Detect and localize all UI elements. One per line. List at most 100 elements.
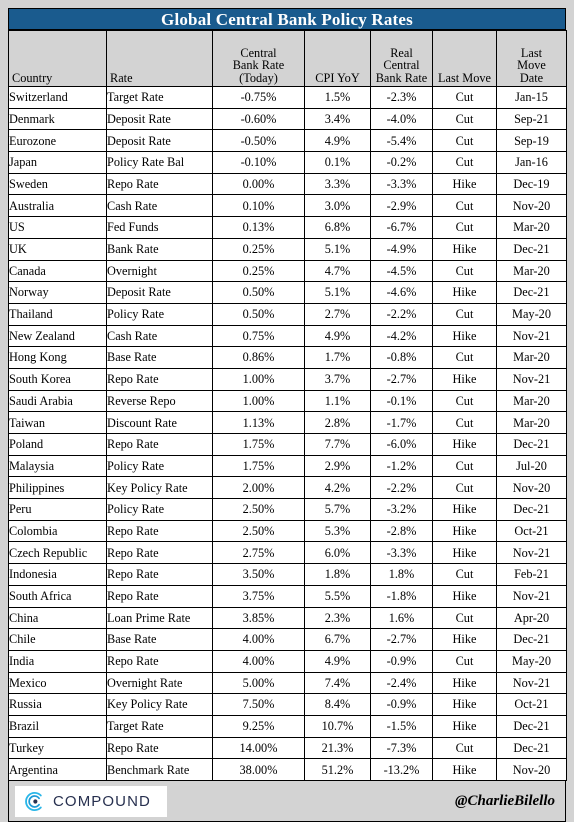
cell-central-bank-rate[interactable]: -0.60% xyxy=(212,107,305,131)
cell-cpi-yoy[interactable]: 21.3% xyxy=(304,736,371,760)
cell-real-central-bank-rate[interactable]: -7.3% xyxy=(370,736,433,760)
cell-rate[interactable]: Repo Rate xyxy=(106,649,213,673)
cell-last-move[interactable]: Hike xyxy=(432,237,497,261)
cell-country[interactable]: India xyxy=(8,649,107,673)
cell-cpi-yoy[interactable]: 5.5% xyxy=(304,584,371,608)
cell-country[interactable]: Sweden xyxy=(8,172,107,196)
cell-real-central-bank-rate[interactable]: -4.6% xyxy=(370,281,433,304)
cell-central-bank-rate[interactable]: 0.25% xyxy=(212,259,305,283)
table-row[interactable]: Peru Policy Rate 2.50% 5.7% -3.2% Hike Dec-21 xyxy=(8,498,567,521)
cell-country[interactable]: South Africa xyxy=(8,584,107,608)
cell-country[interactable]: Taiwan xyxy=(8,411,107,434)
table-row[interactable]: Czech Republic Repo Rate 2.75% 6.0% -3.3% Hik… xyxy=(8,541,567,565)
cell-rate[interactable]: Repo Rate xyxy=(106,736,213,760)
cell-last-move[interactable]: Hike xyxy=(432,584,497,608)
cell-real-central-bank-rate[interactable]: -2.8% xyxy=(370,519,433,543)
cell-country[interactable]: Peru xyxy=(8,498,107,521)
cell-central-bank-rate[interactable]: 0.10% xyxy=(212,194,305,218)
cell-country[interactable]: Malaysia xyxy=(8,454,107,478)
cell-last-move[interactable]: Cut xyxy=(432,346,497,369)
cell-central-bank-rate[interactable]: 14.00% xyxy=(212,736,305,760)
cell-rate[interactable]: Benchmark Rate xyxy=(106,758,213,781)
table-row[interactable]: Hong Kong Base Rate 0.86% 1.7% -0.8% Cut Mar-2… xyxy=(8,346,567,369)
cell-last-move[interactable]: Cut xyxy=(432,606,497,630)
table-row[interactable]: South Korea Repo Rate 1.00% 3.7% -2.7% Hike No… xyxy=(8,367,567,391)
cell-country[interactable]: New Zealand xyxy=(8,324,107,348)
cell-central-bank-rate[interactable]: 3.85% xyxy=(212,606,305,630)
cell-last-move-date[interactable]: Jan-15 xyxy=(496,86,567,109)
cell-central-bank-rate[interactable]: 1.00% xyxy=(212,389,305,413)
cell-real-central-bank-rate[interactable]: -2.7% xyxy=(370,628,433,651)
cell-central-bank-rate[interactable]: 0.86% xyxy=(212,346,305,369)
cell-cpi-yoy[interactable]: 1.7% xyxy=(304,346,371,369)
cell-last-move-date[interactable]: Dec-21 xyxy=(496,281,567,304)
cell-last-move[interactable]: Cut xyxy=(432,411,497,434)
cell-cpi-yoy[interactable]: 3.0% xyxy=(304,194,371,218)
cell-real-central-bank-rate[interactable]: -4.2% xyxy=(370,324,433,348)
cell-country[interactable]: Brazil xyxy=(8,714,107,738)
table-row[interactable]: Mexico Overnight Rate 5.00% 7.4% -2.4% Hike No… xyxy=(8,671,567,695)
cell-real-central-bank-rate[interactable]: -5.4% xyxy=(370,129,433,153)
cell-central-bank-rate[interactable]: 5.00% xyxy=(212,671,305,695)
cell-last-move[interactable]: Cut xyxy=(432,563,497,586)
cell-real-central-bank-rate[interactable]: -0.1% xyxy=(370,389,433,413)
cell-last-move-date[interactable]: May-20 xyxy=(496,302,567,326)
cell-real-central-bank-rate[interactable]: -1.2% xyxy=(370,454,433,478)
cell-last-move[interactable]: Hike xyxy=(432,758,497,781)
cell-central-bank-rate[interactable]: 2.75% xyxy=(212,541,305,565)
cell-country[interactable]: Czech Republic xyxy=(8,541,107,565)
cell-last-move[interactable]: Cut xyxy=(432,259,497,283)
cell-cpi-yoy[interactable]: 6.7% xyxy=(304,628,371,651)
table-row[interactable]: China Loan Prime Rate 3.85% 2.3% 1.6% Cut Apr-… xyxy=(8,606,567,630)
cell-last-move-date[interactable]: Dec-21 xyxy=(496,736,567,760)
cell-rate[interactable]: Repo Rate xyxy=(106,172,213,196)
cell-last-move-date[interactable]: Nov-20 xyxy=(496,476,567,500)
cell-rate[interactable]: Policy Rate Bal xyxy=(106,151,213,174)
cell-rate[interactable]: Base Rate xyxy=(106,346,213,369)
cell-cpi-yoy[interactable]: 1.5% xyxy=(304,86,371,109)
cell-last-move[interactable]: Cut xyxy=(432,454,497,478)
cell-real-central-bank-rate[interactable]: -2.7% xyxy=(370,367,433,391)
cell-last-move[interactable]: Cut xyxy=(432,736,497,760)
cell-cpi-yoy[interactable]: 4.9% xyxy=(304,129,371,153)
cell-cpi-yoy[interactable]: 2.8% xyxy=(304,411,371,434)
table-row[interactable]: Thailand Policy Rate 0.50% 2.7% -2.2% Cut May-… xyxy=(8,302,567,326)
table-row[interactable]: Canada Overnight 0.25% 4.7% -4.5% Cut Mar-20 xyxy=(8,259,567,283)
cell-last-move-date[interactable]: Sep-19 xyxy=(496,129,567,153)
cell-real-central-bank-rate[interactable]: -0.2% xyxy=(370,151,433,174)
cell-last-move[interactable]: Cut xyxy=(432,649,497,673)
cell-rate[interactable]: Repo Rate xyxy=(106,519,213,543)
cell-cpi-yoy[interactable]: 2.3% xyxy=(304,606,371,630)
cell-rate[interactable]: Target Rate xyxy=(106,86,213,109)
cell-last-move[interactable]: Cut xyxy=(432,194,497,218)
cell-last-move-date[interactable]: Dec-21 xyxy=(496,433,567,456)
cell-central-bank-rate[interactable]: 38.00% xyxy=(212,758,305,781)
cell-rate[interactable]: Target Rate xyxy=(106,714,213,738)
cell-cpi-yoy[interactable]: 2.7% xyxy=(304,302,371,326)
cell-cpi-yoy[interactable]: 5.7% xyxy=(304,498,371,521)
cell-country[interactable]: Canada xyxy=(8,259,107,283)
column-header-cpi-yoy[interactable]: CPI YoY xyxy=(304,30,371,87)
cell-country[interactable]: Denmark xyxy=(8,107,107,131)
cell-real-central-bank-rate[interactable]: -13.2% xyxy=(370,758,433,781)
cell-cpi-yoy[interactable]: 6.0% xyxy=(304,541,371,565)
table-row[interactable]: Argentina Benchmark Rate 38.00% 51.2% -13.2%… xyxy=(8,758,567,781)
cell-real-central-bank-rate[interactable]: -4.9% xyxy=(370,237,433,261)
cell-country[interactable]: Indonesia xyxy=(8,563,107,586)
cell-cpi-yoy[interactable]: 1.1% xyxy=(304,389,371,413)
cell-real-central-bank-rate[interactable]: -0.9% xyxy=(370,693,433,716)
cell-last-move[interactable]: Cut xyxy=(432,129,497,153)
cell-central-bank-rate[interactable]: 3.50% xyxy=(212,563,305,586)
column-header-rate[interactable]: Rate xyxy=(106,30,213,87)
table-row[interactable]: India Repo Rate 4.00% 4.9% -0.9% Cut May-20 xyxy=(8,649,567,673)
table-row[interactable]: Saudi Arabia Reverse Repo 1.00% 1.1% -0.1% Cu… xyxy=(8,389,567,413)
cell-central-bank-rate[interactable]: 2.50% xyxy=(212,519,305,543)
cell-rate[interactable]: Overnight Rate xyxy=(106,671,213,695)
cell-cpi-yoy[interactable]: 51.2% xyxy=(304,758,371,781)
cell-central-bank-rate[interactable]: 0.50% xyxy=(212,281,305,304)
cell-real-central-bank-rate[interactable]: -4.0% xyxy=(370,107,433,131)
cell-cpi-yoy[interactable]: 5.1% xyxy=(304,281,371,304)
table-row[interactable]: Sweden Repo Rate 0.00% 3.3% -3.3% Hike Dec-19 xyxy=(8,172,567,196)
cell-last-move[interactable]: Hike xyxy=(432,498,497,521)
cell-real-central-bank-rate[interactable]: -1.8% xyxy=(370,584,433,608)
